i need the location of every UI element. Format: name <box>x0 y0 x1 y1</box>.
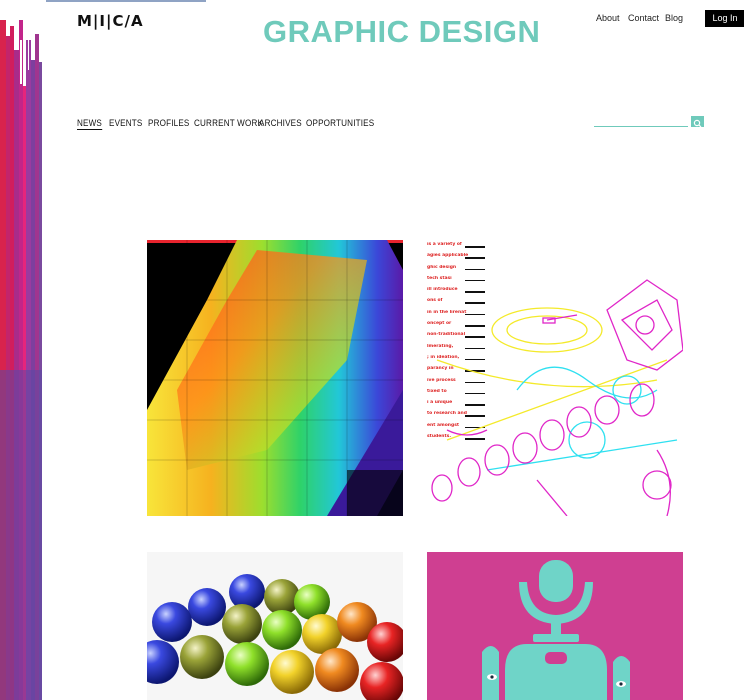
search-button[interactable] <box>691 116 704 128</box>
search-input[interactable] <box>594 126 688 127</box>
top-divider <box>46 0 206 2</box>
gallery-tile-spheres[interactable] <box>147 552 403 700</box>
page-title: GRAPHIC DESIGN <box>263 14 541 49</box>
login-button[interactable]: Log In <box>705 10 744 27</box>
nav-opportunities[interactable]: OPPORTUNITIES <box>306 118 374 128</box>
nav-news[interactable]: NEWS <box>77 118 103 130</box>
spheres-image <box>147 574 403 700</box>
gallery-tile-line-illustration[interactable]: is a variety of agies applicable ghic desi… <box>427 240 683 516</box>
gallery-tile-teal-figure[interactable] <box>427 552 683 700</box>
nav-archives[interactable]: ARCHIVES <box>259 118 302 128</box>
blog-link[interactable]: Blog <box>665 13 683 23</box>
search-icon <box>693 119 702 128</box>
nav-current-work[interactable]: CURRENT WORK <box>194 118 263 128</box>
nav-events[interactable]: EVENTS <box>109 118 142 128</box>
about-link[interactable]: About <box>596 13 620 23</box>
teal-figure-image <box>427 552 683 700</box>
nav-profiles[interactable]: PROFILES <box>148 118 190 128</box>
decorative-stripes <box>0 0 46 700</box>
line-illustration-image <box>431 279 683 516</box>
rainbow-bars-image <box>147 240 403 516</box>
mica-logo[interactable]: M|I|C/A <box>77 12 144 30</box>
contact-link[interactable]: Contact <box>628 13 659 23</box>
gallery-tile-rainbow-bars[interactable] <box>147 240 403 516</box>
